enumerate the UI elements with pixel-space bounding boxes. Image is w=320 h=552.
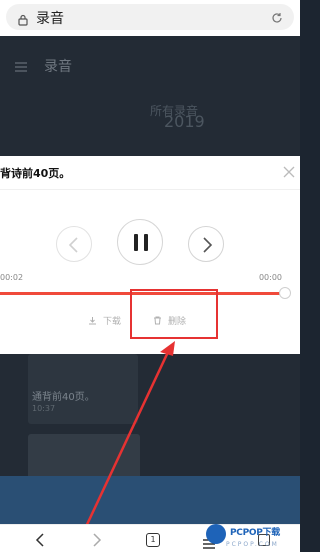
tabs-button[interactable]: 1 [146,533,160,547]
watermark-logo-icon [206,524,226,544]
watermark-text: PCPOP下载 [230,528,280,538]
back-icon[interactable] [34,532,46,551]
forward-icon[interactable] [91,532,103,551]
annotation-arrow [74,341,175,549]
watermark-subtext: PCPOP.COM [226,541,279,548]
